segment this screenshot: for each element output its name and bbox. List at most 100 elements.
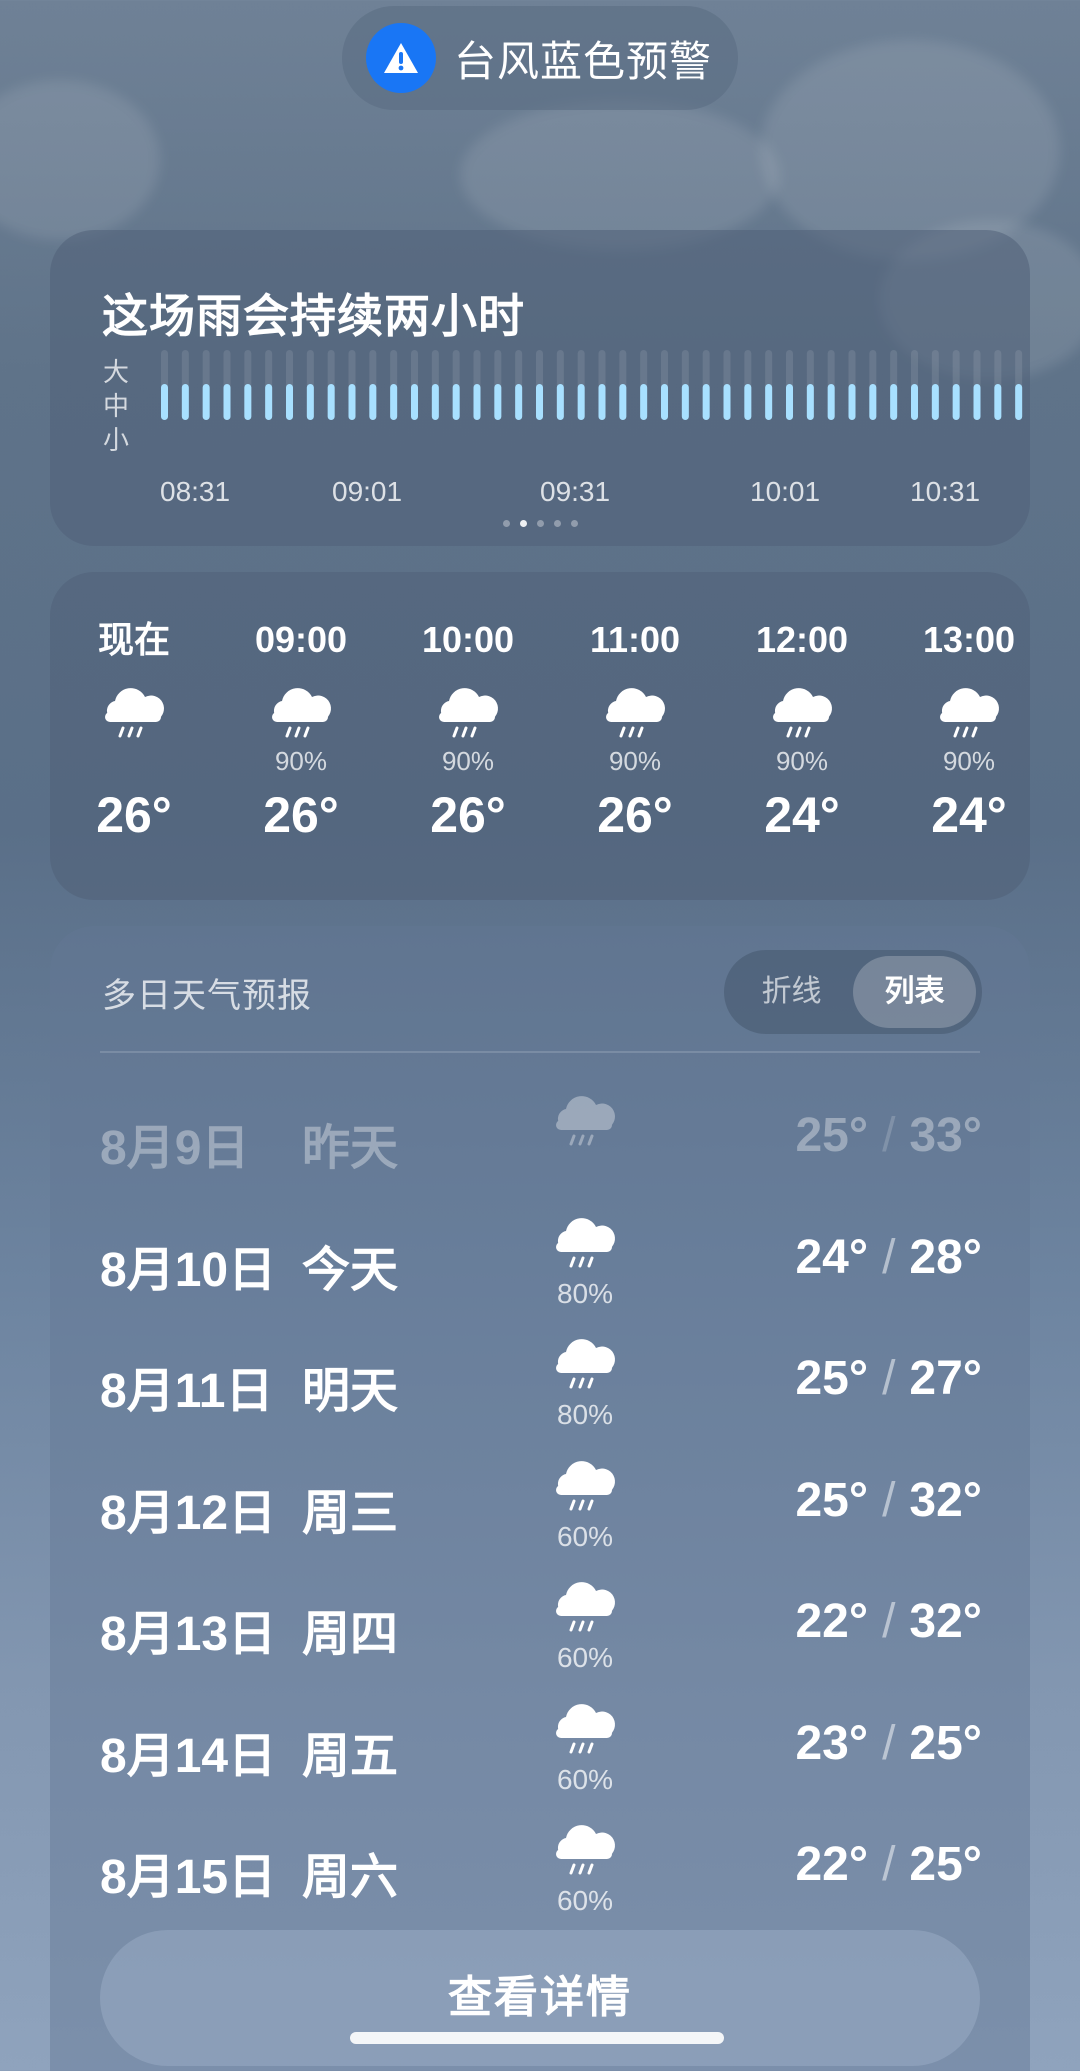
rain-bar — [994, 384, 1002, 420]
hour-precip-prob: 90% — [608, 746, 662, 776]
day-row[interactable]: 8月10日 今天 80% 24°/28° — [50, 1210, 1030, 1320]
divider — [100, 1051, 980, 1053]
toggle-line-option[interactable]: 折线 — [730, 956, 853, 1028]
hour-column: 13:00 90% 24° — [889, 618, 1049, 844]
rain-cloud-icon — [940, 688, 999, 738]
day-row[interactable]: 8月14日 周五 60% 23°/25° — [50, 1696, 1030, 1806]
temp-separator: / — [882, 1716, 896, 1770]
hour-temperature: 26° — [96, 787, 172, 843]
day-high-temp: 27° — [909, 1352, 982, 1405]
day-date: 8月14日 — [100, 1729, 277, 1783]
hour-precip-prob: 90% — [942, 746, 996, 776]
hour-time: 13:00 — [922, 619, 1016, 660]
day-name: 昨天 — [302, 1122, 399, 1175]
rain-bar — [973, 384, 981, 420]
day-row[interactable]: 8月13日 周四 60% 22°/32° — [50, 1574, 1030, 1684]
daily-forecast-title: 多日天气预报 — [102, 977, 312, 1015]
rain-bar — [869, 384, 877, 420]
rain-time-label: 09:01 — [332, 476, 403, 507]
rain-cloud-icon — [556, 1582, 615, 1632]
rain-bar — [1015, 384, 1023, 420]
rain-bar — [286, 384, 293, 420]
day-low-temp: 25° — [795, 1352, 869, 1405]
day-date: 8月13日 — [100, 1608, 277, 1661]
rain-bar — [181, 384, 189, 420]
day-low-temp: 23° — [795, 1716, 869, 1770]
rain-forecast-card[interactable]: 这场雨会持续两小时 大 中 小 08:31 09:01 09:31 10:01 10:3… — [50, 230, 1030, 546]
rain-bar — [765, 384, 773, 420]
pager-dot[interactable] — [553, 520, 561, 527]
rain-bar — [681, 384, 689, 420]
hour-time: 现在 — [97, 619, 170, 660]
view-details-button[interactable]: 查看详情 — [100, 1930, 980, 2066]
rain-bar — [619, 384, 627, 420]
day-name: 周四 — [302, 1608, 399, 1661]
day-precip-prob: 60% — [556, 1520, 614, 1552]
scale-light-label: 小 — [102, 425, 129, 455]
scale-heavy-label: 大 — [102, 357, 129, 387]
rain-time-label: 10:31 — [910, 476, 981, 507]
day-precip-prob: 60% — [556, 1763, 614, 1795]
hour-time: 11:00 — [589, 619, 681, 660]
view-toggle[interactable]: 折线 列表 — [724, 950, 982, 1034]
temp-separator: / — [882, 1230, 896, 1284]
pager-dot[interactable] — [502, 520, 510, 527]
toggle-list-option[interactable]: 列表 — [853, 956, 976, 1028]
hour-temperature: 24° — [764, 787, 840, 843]
day-low-temp: 25° — [795, 1473, 869, 1527]
day-name: 今天 — [302, 1243, 399, 1297]
rain-bar — [640, 384, 648, 420]
rain-bar — [348, 384, 356, 420]
day-temperature-range: 23°/25° — [795, 1716, 982, 1771]
day-temperature-range: 22°/25° — [795, 1837, 982, 1892]
day-row[interactable]: 8月12日 周三 60% 25°/32° — [50, 1453, 1030, 1563]
rain-bar — [806, 384, 814, 420]
rain-bar — [786, 384, 793, 420]
rain-pager[interactable] — [50, 520, 1030, 527]
scale-medium-label: 中 — [102, 391, 129, 421]
rain-bar — [515, 384, 523, 420]
typhoon-warning-pill[interactable]: 台风蓝色预警 — [342, 6, 738, 110]
rain-cloud-icon — [439, 688, 498, 738]
hour-temperature: 24° — [931, 787, 1007, 843]
day-high-temp: 25° — [909, 1716, 982, 1770]
day-temperature-range: 22°/32° — [795, 1594, 982, 1649]
hour-precip-prob: 90% — [775, 746, 829, 776]
hour-precip-prob — [54, 744, 214, 778]
rain-bar — [161, 384, 168, 420]
day-row[interactable]: 8月15日 周六 60% 22°/25° — [50, 1817, 1030, 1927]
rain-cloud-icon — [105, 688, 164, 738]
rain-bar — [431, 384, 439, 420]
rain-intensity-bars — [161, 350, 1023, 420]
rain-bar — [473, 384, 481, 420]
temp-separator: / — [882, 1352, 896, 1405]
rain-bar — [702, 384, 710, 420]
day-date: 8月12日 — [100, 1486, 277, 1540]
rain-bar — [494, 384, 502, 420]
hour-column: 10:00 90% 26° — [388, 618, 548, 844]
day-name: 周三 — [302, 1486, 399, 1540]
day-row[interactable]: 8月11日 明天 80% 25°/27° — [50, 1331, 1030, 1441]
warning-text: 台风蓝色预警 — [454, 37, 713, 85]
hourly-forecast-card[interactable]: 现在 26° 09:00 90% 26° 10:00 90% 26° 11:00 90% 26° 12… — [50, 572, 1030, 900]
rain-bar — [744, 384, 752, 420]
pager-dot[interactable] — [536, 520, 544, 527]
rain-cloud-icon — [606, 688, 665, 738]
hour-temperature: 26° — [430, 787, 506, 843]
hour-column: 11:00 90% 26° — [555, 618, 715, 844]
rain-bar — [890, 384, 898, 420]
day-row[interactable]: 8月9日 昨天 25°/33° — [50, 1088, 1030, 1198]
hour-time: 10:00 — [421, 619, 515, 660]
rain-bar — [911, 384, 918, 420]
pager-dot[interactable] — [570, 520, 578, 527]
day-name: 周六 — [302, 1851, 399, 1904]
day-temperature-range: 25°/33° — [795, 1108, 982, 1163]
day-name: 明天 — [302, 1365, 399, 1418]
hour-precip-prob: 90% — [441, 746, 495, 776]
hour-column: 12:00 90% 24° — [722, 618, 882, 844]
pager-dot[interactable] — [519, 520, 527, 527]
day-temperature-range: 25°/32° — [795, 1473, 982, 1528]
home-indicator[interactable] — [350, 2032, 724, 2044]
day-temperature-range: 24°/28° — [795, 1230, 982, 1285]
rain-bar — [827, 384, 835, 420]
